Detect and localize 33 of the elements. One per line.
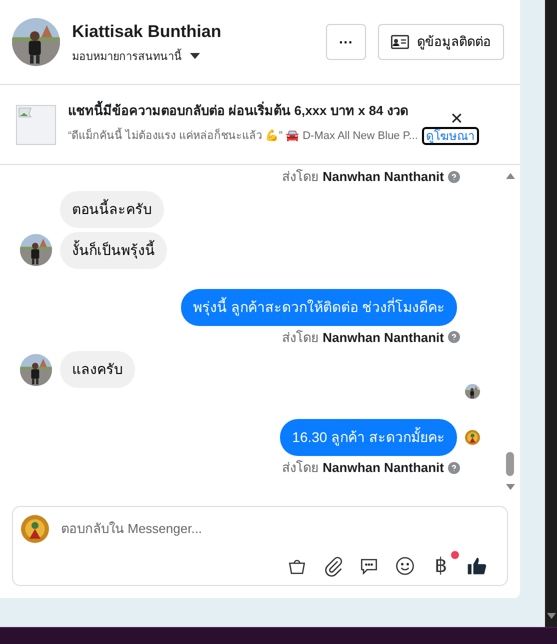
incoming-message: แลงครับ [60,351,135,388]
sent-by-label: ส่งโดย Nanwhan Nanthanit [282,459,444,477]
help-icon [448,462,460,474]
sent-by-label: ส่งโดย Nanwhan Nanthanit [282,328,444,346]
reply-field[interactable]: ตอบกลับใน Messenger... [61,519,499,539]
ad-text: “ดีแม็กคันนี้ ไม่ต้องแรง แค่หล่อก็ชนะแล้ว 💪” 🚘 D-Max All New Blue P... [68,128,418,144]
scroll-down-icon[interactable] [546,613,556,619]
thumbs-up-icon[interactable] [466,555,488,577]
close-button[interactable]: ✕ [450,112,463,128]
smiley-icon[interactable] [394,555,416,577]
help-icon [448,170,460,183]
baht-button[interactable]: ฿ [434,556,448,576]
broken-image-icon [16,104,56,144]
outgoing-message: 16.30 ลูกค้า สะดวกมั้ยคะ [280,419,457,456]
contact-card-icon [391,35,409,49]
contact-name: Kiattisak Bunthian [72,21,222,43]
more-button[interactable]: ··· [326,24,366,60]
outgoing-message: พรุ่งนี้ ลูกค้าสะดวกให้ติดต่อ ช่วงกี่โมงดีคะ [181,288,457,326]
contact-info-button[interactable]: ดูข้อมูลติดต่อ [378,24,504,60]
scroll-down-icon[interactable] [506,484,514,490]
paperclip-icon[interactable] [322,555,344,577]
assign-dropdown[interactable]: มอบหมายการสนทนานี้ [72,48,200,65]
scrollbar-thumb[interactable] [506,452,514,476]
incoming-message: ตอนนี้ละครับ [60,190,164,228]
help-icon [448,331,460,344]
emblem-icon [465,430,480,445]
scroll-up-icon[interactable] [506,173,514,179]
emblem-icon [21,515,49,543]
caret-icon [190,53,200,60]
sent-by-label: ส่งโดย Nanwhan Nanthanit [282,168,444,186]
ad-title: แชทนี้มีข้อความตอบกลับต่อ ผ่อนเริ่มต้น 6,xxx บาท x 84 งวด [68,100,408,120]
incoming-message: งั้นก็เป็นพรุ้งนี้ [60,232,167,268]
view-ad-link[interactable]: ดูโฆษณา [422,127,479,146]
